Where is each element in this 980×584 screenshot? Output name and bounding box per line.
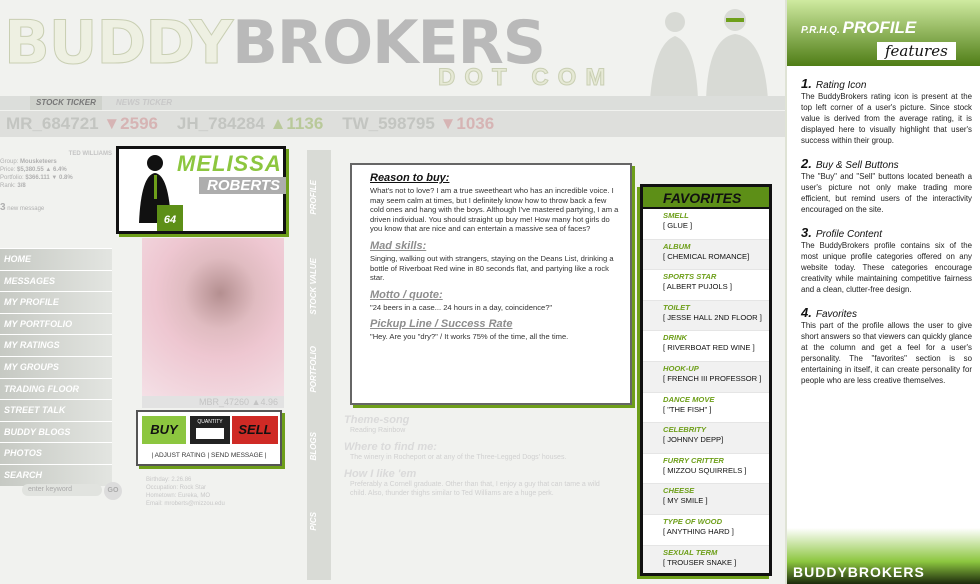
feature-section: 3. Profile Content The BuddyBrokers profil… xyxy=(801,225,972,294)
site-main: BUDDYBROKERS DOT COM STOCK TICKER NEWS T… xyxy=(0,0,785,584)
list-item: HOOK-UP[ FRENCH III PROFESSOR ] xyxy=(643,361,769,393)
nav-search[interactable]: SEARCH xyxy=(0,463,112,486)
quantity-field: QUANTITY xyxy=(190,416,230,444)
profile-extra-info: Birthday: 2.26.86 Occupation: Rock Star Ho… xyxy=(146,477,225,507)
content-text: What's not to love? I am a true sweethea… xyxy=(370,186,619,234)
nav-my-ratings[interactable]: MY RATINGS xyxy=(0,334,112,356)
feature-section: 1. Rating Icon The BuddyBrokers rating ico… xyxy=(801,76,972,145)
list-item: ALBUM[ CHEMICAL ROMANCE] xyxy=(643,239,769,271)
feature-section: 2. Buy & Sell Buttons The "Buy" and "Sell"… xyxy=(801,156,972,214)
content-text: "24 beers in a case... 24 hours in a day… xyxy=(370,302,553,312)
list-item: SPORTS STAR[ ALBERT PUJOLS ] xyxy=(643,270,769,301)
profile-content-faded: Theme-song Reading Rainbow Where to find … xyxy=(344,414,600,497)
stock-ticker: MR_684721 ▼2596 JH_784284 ▲1136 TW_59879… xyxy=(0,111,785,137)
list-item: DRINK[ RIVERBOAT RED WINE ] xyxy=(643,331,769,362)
brokers-illustration xyxy=(650,9,768,100)
list-item: SEXUAL TERM[ TROUSER SNAKE ] xyxy=(643,545,769,573)
ticker-symbol: JH_784284 xyxy=(176,114,265,133)
features-panel: P.R.H.Q. PROFILE features 1. Rating Icon T… xyxy=(785,0,980,584)
nav-my-portfolio[interactable]: MY PORTFOLIO xyxy=(0,312,112,335)
send-message-link[interactable]: | SEND MESSAGE | xyxy=(207,452,266,459)
messages-notice[interactable]: 3 new message xyxy=(0,203,112,213)
content-title: Motto / quote: xyxy=(370,288,443,301)
nav-my-profile[interactable]: MY PROFILE xyxy=(0,291,112,313)
list-item: TYPE OF WOOD[ ANYTHING HARD ] xyxy=(643,515,769,546)
sell-button[interactable]: SELL xyxy=(232,416,278,444)
quantity-input[interactable] xyxy=(196,428,224,439)
tab-blogs[interactable]: BLOGS xyxy=(309,432,329,460)
profile-photo[interactable] xyxy=(142,238,284,396)
nav-home[interactable]: HOME xyxy=(0,248,112,270)
nav-photos[interactable]: PHOTOS xyxy=(0,442,112,464)
member-name: TED WILLIAMS xyxy=(68,151,112,157)
list-item: CELEBRITY[ JOHNNY DEPP] xyxy=(643,423,769,454)
ticker-symbol: MR_684721 xyxy=(6,114,99,133)
main-nav: HOME MESSAGES MY PROFILE MY PORTFOLIO MY… xyxy=(0,248,112,486)
content-title: Pickup Line / Success Rate xyxy=(370,318,513,331)
profile-last-name: ROBERTS xyxy=(199,177,287,194)
ticker-change: ▲1136 xyxy=(269,114,324,133)
search-input[interactable]: enter keyword xyxy=(22,484,102,496)
profile-content: Reason to buy: What's not to love? I am … xyxy=(350,163,632,405)
nav-street-talk[interactable]: STREET TALK xyxy=(0,399,112,421)
footer-logo: BUDDYBROKERS xyxy=(787,528,980,584)
list-item: SMELL[ GLUE ] xyxy=(643,209,769,240)
buy-button[interactable]: BUY xyxy=(142,416,186,444)
list-item: FURRY CRITTER[ MIZZOU SQUIRRELS ] xyxy=(643,454,769,485)
rating-badge[interactable]: 64 xyxy=(157,205,183,231)
profile-stock-value: MBR_47260 ▲4.96 xyxy=(142,396,284,408)
tab-news-ticker[interactable]: NEWS TICKER xyxy=(110,96,178,110)
profile-first-name: MELISSA xyxy=(177,151,282,176)
profile-side-tabs: PROFILE STOCK VALUE PORTFOLIO BLOGS PICS xyxy=(307,150,331,580)
ticker-change: ▼1036 xyxy=(439,114,495,133)
features-header: P.R.H.Q. PROFILE features xyxy=(787,0,980,66)
tab-pics[interactable]: PICS xyxy=(309,512,329,531)
search-go-button[interactable]: GO xyxy=(104,482,122,500)
member-summary: TED WILLIAMS Group: Mousketeers Price: $… xyxy=(0,151,112,213)
tab-portfolio[interactable]: PORTFOLIO xyxy=(309,346,329,393)
list-item: TOILET[ JESSE HALL 2ND FLOOR ] xyxy=(643,300,769,332)
sunglasses-icon xyxy=(726,18,744,22)
favorites-title: FAVORITES xyxy=(643,187,769,209)
buy-sell-panel: BUY QUANTITY SELL | ADJUST RATING | SEND… xyxy=(136,410,282,466)
content-text: Singing, walking out with strangers, sta… xyxy=(370,253,614,283)
ticker-change: ▼2596 xyxy=(103,114,159,133)
list-item: DANCE MOVE[ "THE FISH" ] xyxy=(643,393,769,424)
favorites-panel: FAVORITES SMELL[ GLUE ] ALBUM[ CHEMICAL … xyxy=(640,184,772,576)
content-text: "Hey. Are you "dry?" / It works 75% of t… xyxy=(370,332,569,342)
logo-dotcom: DOT COM xyxy=(437,64,615,92)
content-title: Mad skills: xyxy=(370,239,427,252)
nav-my-groups[interactable]: MY GROUPS xyxy=(0,355,112,378)
feature-section: 4. Favorites This part of the profile allo… xyxy=(801,305,972,385)
nav-buddy-blogs[interactable]: BUDDY BLOGS xyxy=(0,420,112,443)
list-item: CHEESE[ MY SMILE ] xyxy=(643,484,769,515)
tab-stock-value[interactable]: STOCK VALUE xyxy=(309,258,329,315)
adjust-rating-link[interactable]: | ADJUST RATING xyxy=(151,452,205,459)
ticker-symbol: TW_598795 xyxy=(342,114,435,133)
tab-stock-ticker[interactable]: STOCK TICKER xyxy=(30,96,102,110)
content-title: Reason to buy: xyxy=(370,172,450,184)
profile-card: MELISSA ROBERTS 64 xyxy=(116,146,287,234)
nav-trading-floor[interactable]: TRADING FLOOR xyxy=(0,377,112,400)
nav-messages[interactable]: MESSAGES xyxy=(0,269,112,292)
tab-profile[interactable]: PROFILE xyxy=(309,180,329,215)
